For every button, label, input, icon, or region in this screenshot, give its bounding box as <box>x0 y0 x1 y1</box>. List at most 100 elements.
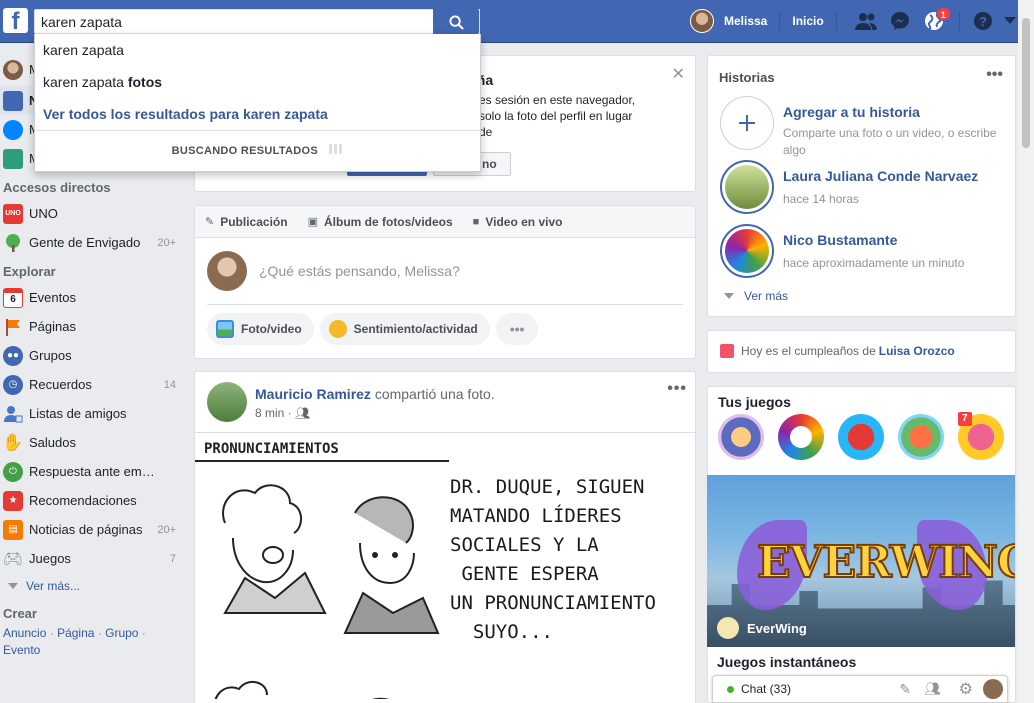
photo-video-button[interactable]: Foto/video <box>207 313 314 345</box>
post-options-button[interactable]: ••• <box>667 380 687 398</box>
sidebar-item-gente-de-envigado[interactable]: Gente de Envigado 20+ <box>0 228 190 257</box>
more-options-button[interactable]: ••• <box>495 313 539 345</box>
search-button[interactable] <box>433 9 479 34</box>
caret-down-icon <box>1003 17 1016 24</box>
game-icon[interactable] <box>778 414 824 460</box>
pencil-icon: ✎ <box>205 216 215 228</box>
sidebar-item-recomendaciones[interactable]: ★ Recomendaciones <box>0 486 190 515</box>
story-thumbnail <box>720 160 774 214</box>
sidebar-item-respuesta-ante-emergencias[interactable]: ⏻ Respuesta ante em… <box>0 457 190 486</box>
sidebar-item-juegos[interactable]: 🎮︎ Juegos 7 <box>0 544 190 573</box>
post-author-link[interactable]: Mauricio Ramirez <box>255 386 371 402</box>
post-time[interactable]: 8 min <box>255 406 284 420</box>
avatar[interactable] <box>983 679 1003 699</box>
plus-icon <box>739 115 755 131</box>
profile-link[interactable]: Melissa <box>714 9 777 33</box>
sidebar-item-label: Juegos <box>29 551 71 566</box>
stories-options-button[interactable]: ••• <box>986 66 1003 84</box>
gear-icon[interactable]: ⚙ <box>959 679 973 699</box>
scrollbar-thumb[interactable] <box>1022 18 1030 148</box>
tab-album[interactable]: ▣ Álbum de fotos/videos <box>308 215 453 229</box>
page-scrollbar[interactable] <box>1018 0 1034 703</box>
post-meta: 8 min · 👥︎ <box>255 406 311 420</box>
featured-game-name: EverWing <box>747 620 807 636</box>
notification-badge: 1 <box>935 7 951 21</box>
compose-icon[interactable]: ✎ <box>899 681 911 698</box>
stories-see-more-link[interactable]: Ver más <box>724 289 788 303</box>
game-notification-badge: 7 <box>958 412 972 426</box>
story-item[interactable]: Laura Juliana Conde Narvaez hace 14 hora… <box>720 160 1000 216</box>
action-label: Foto/video <box>241 322 302 336</box>
composer-input-row[interactable]: ¿Qué estás pensando, Melissa? <box>195 238 695 304</box>
sidebar-item-count: 7 <box>169 552 176 565</box>
search-suggestion[interactable]: karen zapata fotos <box>35 66 480 98</box>
chat-bar[interactable]: Chat (33) ✎ 👥︎ ⚙ <box>712 675 1008 703</box>
divider <box>835 11 837 31</box>
create-group-link[interactable]: Grupo <box>105 626 138 640</box>
sidebar-item-grupos[interactable]: ●● Grupos <box>0 341 190 370</box>
search-icon <box>449 15 464 30</box>
composer-tabs: ✎ Publicación ▣ Álbum de fotos/videos ■ Vid… <box>195 206 695 238</box>
photo-icon <box>216 320 234 338</box>
create-heading: Crear <box>3 606 37 621</box>
top-right-nav: Melissa Inicio 1 ? <box>690 0 1020 42</box>
friends-audience-icon: 👥︎ <box>295 406 311 420</box>
sidebar-item-count: 20+ <box>157 523 176 536</box>
post-header: Mauricio Ramirez compartió una foto. 8 m… <box>207 382 687 424</box>
help-button[interactable]: ? <box>966 7 1000 35</box>
feeling-activity-button[interactable]: Sentimiento/actividad <box>319 313 490 345</box>
see-all-results-link[interactable]: Ver todos los resultados para karen zapa… <box>35 98 480 130</box>
story-item[interactable]: Nico Bustamante hace aproximadamente un … <box>720 224 1000 280</box>
clock-icon: ◷ <box>3 374 23 395</box>
search-status-text: BUSCANDO RESULTADOS <box>171 145 319 157</box>
game-icon[interactable] <box>898 414 944 460</box>
post-author-line: Mauricio Ramirez compartió una foto. <box>255 386 495 402</box>
smiley-icon <box>328 320 347 338</box>
composer-placeholder[interactable]: ¿Qué estás pensando, Melissa? <box>259 263 460 279</box>
facebook-logo[interactable]: f <box>3 8 28 33</box>
sidebar-item-paginas[interactable]: Páginas <box>0 312 190 341</box>
tab-live-video[interactable]: ■ Video en vivo <box>473 215 563 229</box>
featured-game-everwing[interactable]: EVERWING EverWing <box>707 475 1015 647</box>
create-ad-link[interactable]: Anuncio <box>3 626 46 640</box>
sidebar-item-saludos[interactable]: ✋ Saludos <box>0 428 190 457</box>
tab-label: Video en vivo <box>485 214 563 229</box>
create-page-link[interactable]: Página <box>57 626 94 640</box>
video-camera-icon: ■ <box>472 215 480 228</box>
promo-text: es sesión en este navegador, solo la fot… <box>479 93 636 139</box>
avatar[interactable] <box>690 9 714 33</box>
sidebar-item-label: Noticias de páginas <box>29 522 143 537</box>
account-menu-button[interactable] <box>1000 7 1020 35</box>
post-image[interactable]: PRONUNCIAMIENTOS DR. DUQUE, SIGUEN MATAN… <box>195 432 695 699</box>
birthday-name-link[interactable]: Luisa Orozco <box>879 344 955 358</box>
shortcuts-heading: Accesos directos <box>3 180 111 195</box>
messenger-button[interactable] <box>883 7 917 35</box>
sidebar-item-noticias-de-paginas[interactable]: ▤ Noticias de páginas 20+ <box>0 515 190 544</box>
everwing-icon <box>717 617 739 639</box>
suggestion-text: karen zapata <box>43 74 128 90</box>
tab-publicacion[interactable]: ✎ Publicación <box>205 215 288 229</box>
game-icon[interactable] <box>838 414 884 460</box>
search-input[interactable] <box>35 10 431 33</box>
composer-actions: Foto/video Sentimiento/actividad ••• <box>207 304 683 345</box>
search-suggestion[interactable]: karen zapata <box>35 34 480 66</box>
birthday-card[interactable]: Hoy es el cumpleaños de Luisa Orozco <box>707 330 1016 373</box>
add-to-story[interactable]: Agregar a tu historia Comparte una foto … <box>720 96 1000 157</box>
game-icon[interactable] <box>718 414 764 460</box>
messenger-icon <box>890 12 909 30</box>
crisis-response-icon: ⏻ <box>3 461 23 482</box>
sidebar-item-listas-de-amigos[interactable]: Listas de amigos <box>0 399 190 428</box>
sidebar-item-eventos[interactable]: 6 Eventos <box>0 283 190 312</box>
group-chat-icon[interactable]: 👥︎ <box>924 681 941 697</box>
sidebar-item-recuerdos[interactable]: ◷ Recuerdos 14 <box>0 370 190 399</box>
avatar[interactable] <box>207 382 247 422</box>
see-more-link[interactable]: Ver más... <box>0 573 190 599</box>
friend-requests-button[interactable] <box>849 7 883 35</box>
sidebar-item-uno[interactable]: UNO UNO <box>0 199 190 228</box>
home-link[interactable]: Inicio <box>782 9 833 33</box>
notifications-button[interactable]: 1 <box>917 7 951 35</box>
create-event-link[interactable]: Evento <box>3 643 40 657</box>
sidebar-item-label: UNO <box>29 206 58 221</box>
close-icon[interactable]: ✕ <box>672 64 685 84</box>
search-status: BUSCANDO RESULTADOS <box>35 130 481 172</box>
